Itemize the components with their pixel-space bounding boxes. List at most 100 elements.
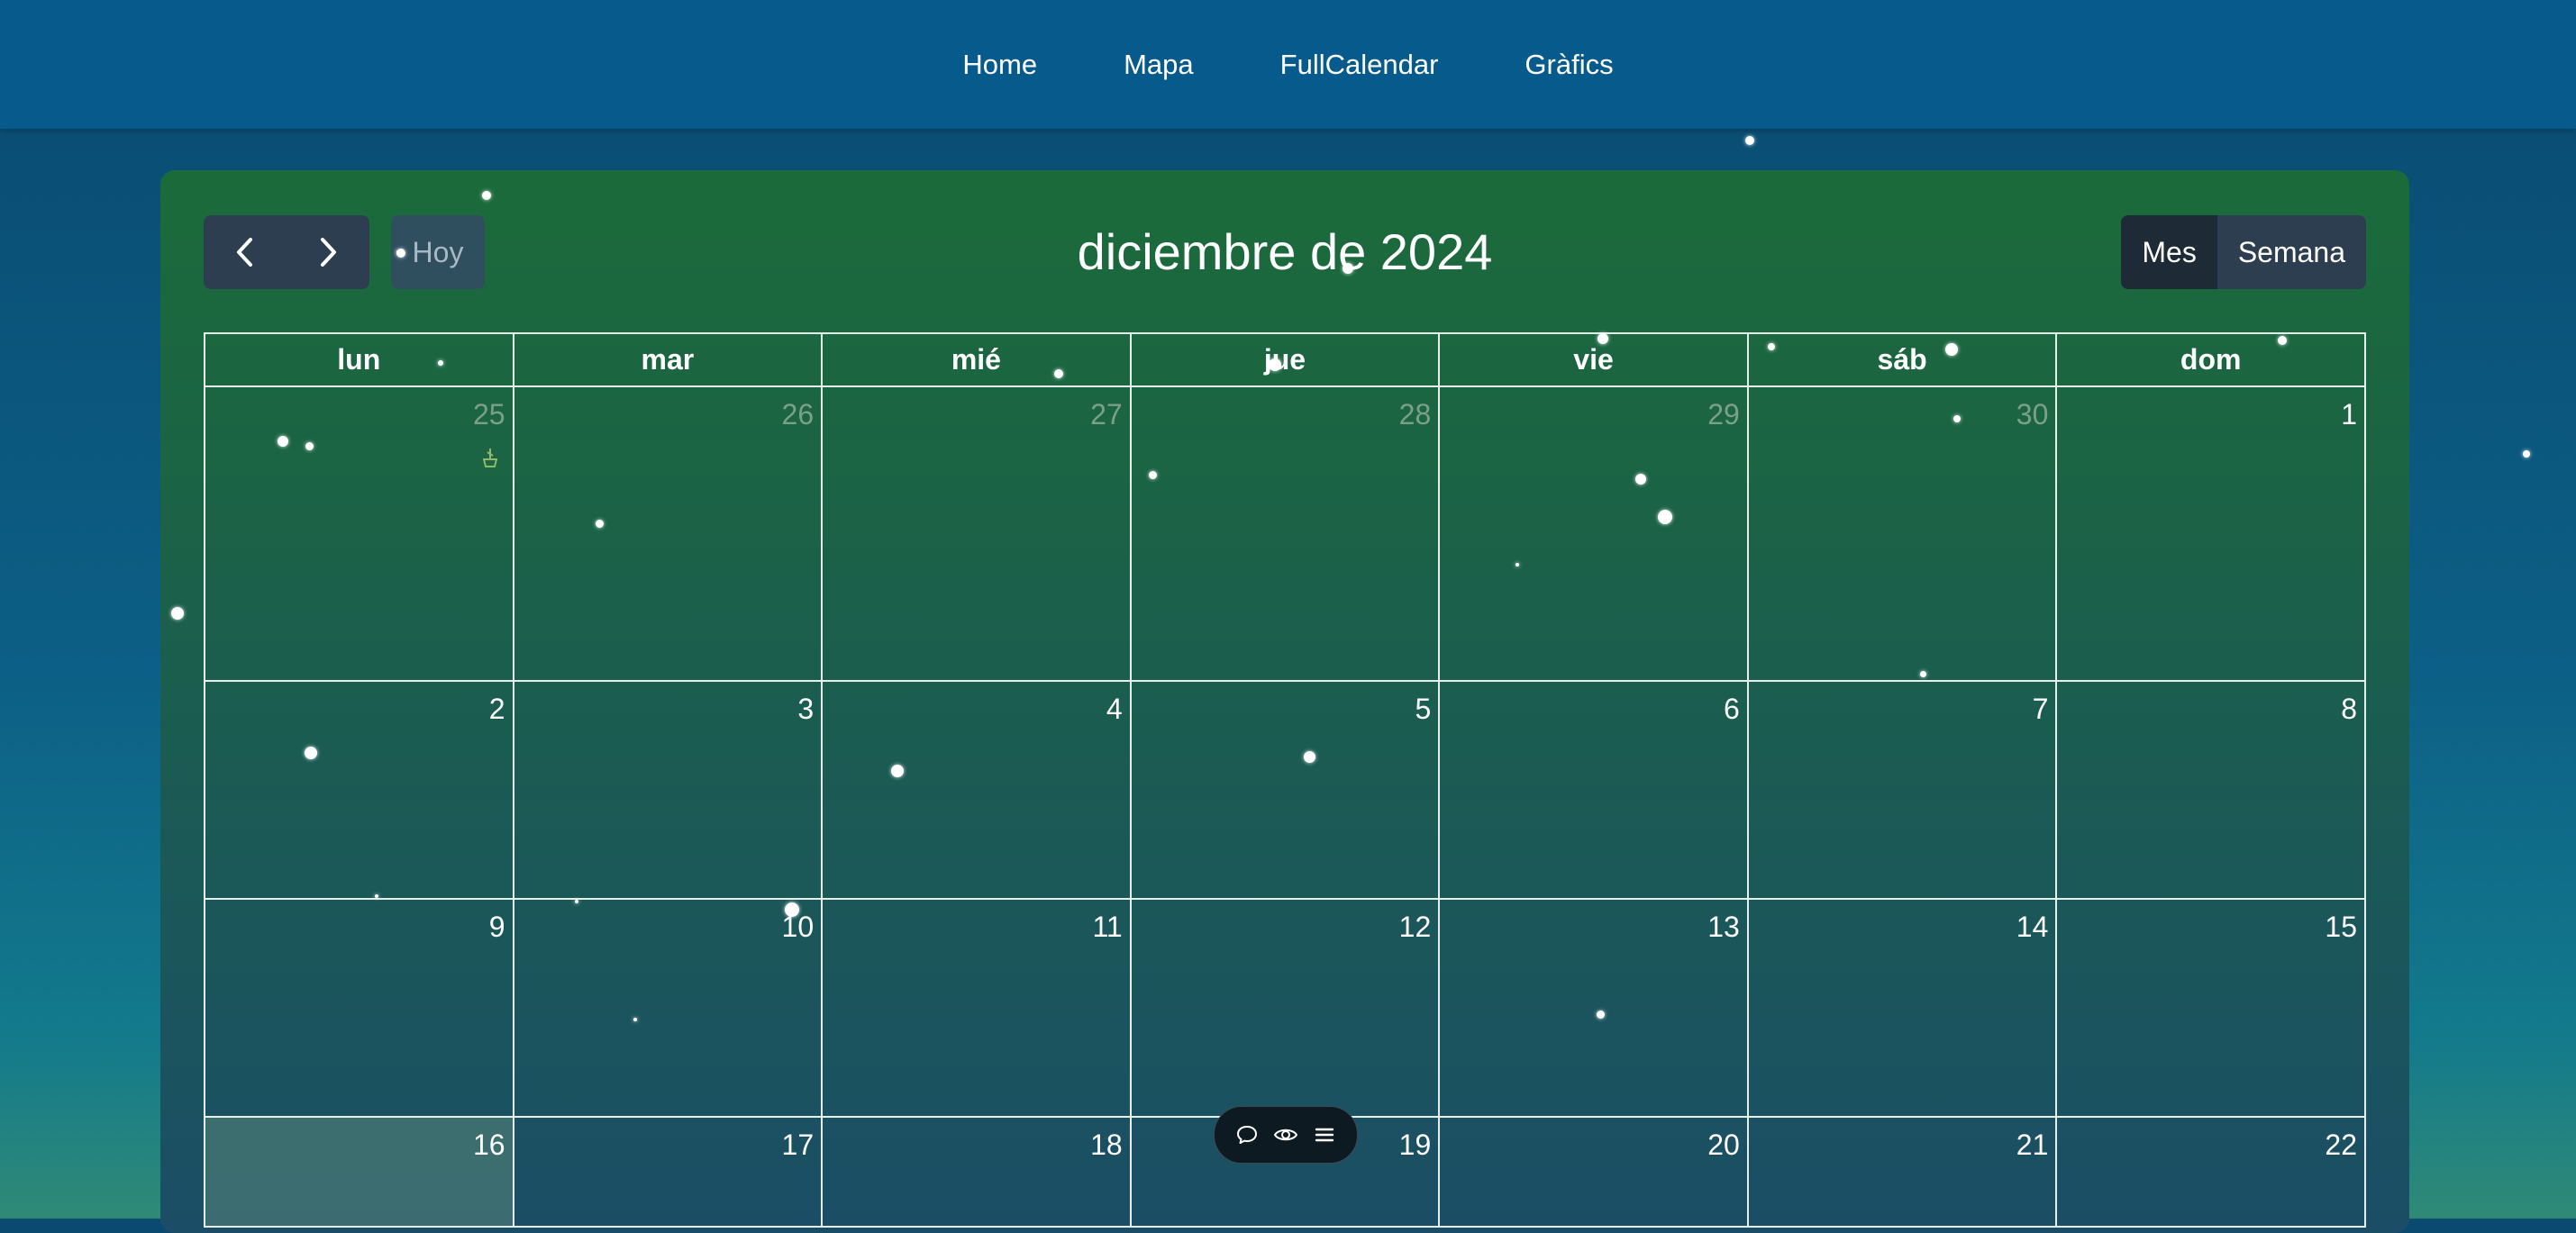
next-button[interactable] bbox=[287, 215, 369, 289]
day-number: 7 bbox=[2032, 693, 2049, 725]
month-grid: lun mar mié jue vie sáb dom 25 26 27 28 bbox=[204, 332, 2366, 1228]
day-cell[interactable]: 13 bbox=[1438, 898, 1749, 1118]
day-number: 11 bbox=[1092, 911, 1123, 943]
day-cell[interactable]: 8 bbox=[2055, 680, 2366, 900]
day-cell[interactable]: 7 bbox=[1746, 680, 2058, 900]
day-cell[interactable]: 21 bbox=[1746, 1116, 2058, 1228]
top-navbar: Home Mapa FullCalendar Gràfics bbox=[0, 0, 2576, 129]
month-view-button[interactable]: Mes bbox=[2121, 215, 2217, 289]
day-number: 29 bbox=[1707, 398, 1740, 431]
day-cell[interactable]: 26 bbox=[512, 385, 824, 682]
nav-link-grafics[interactable]: Gràfics bbox=[1525, 49, 1613, 81]
snowflake bbox=[1953, 415, 1961, 422]
snowflake bbox=[1658, 510, 1672, 524]
day-cell[interactable]: 30 bbox=[1746, 385, 2058, 682]
snowflake bbox=[1054, 369, 1063, 378]
chat-icon[interactable] bbox=[1235, 1123, 1259, 1147]
snowflake bbox=[305, 747, 317, 759]
day-number: 28 bbox=[1398, 398, 1432, 431]
weekday-header: mar bbox=[512, 332, 824, 387]
weekday-header: dom bbox=[2055, 332, 2366, 387]
snowflake bbox=[1343, 263, 1353, 274]
day-cell[interactable]: 10 bbox=[512, 898, 824, 1118]
snowflake bbox=[438, 360, 443, 366]
week-view-button[interactable]: Semana bbox=[2216, 215, 2366, 289]
day-number: 8 bbox=[2341, 693, 2357, 725]
day-number: 20 bbox=[1707, 1129, 1740, 1161]
day-number: 1 bbox=[2341, 398, 2357, 431]
snowflake bbox=[1516, 563, 1519, 567]
prev-button[interactable] bbox=[204, 215, 287, 289]
snowflake bbox=[2523, 450, 2530, 458]
calendar-toolbar: Hoy diciembre de 2024 Mes Semana bbox=[204, 215, 2366, 289]
prev-next-group bbox=[204, 215, 369, 289]
weekday-header: jue bbox=[1129, 332, 1441, 387]
weekday-header: mié bbox=[821, 332, 1132, 387]
snowflake bbox=[1920, 671, 1926, 677]
nav-link-home[interactable]: Home bbox=[962, 49, 1037, 81]
day-number: 25 bbox=[472, 398, 505, 431]
chevron-left-icon bbox=[237, 238, 252, 267]
snowflake bbox=[1597, 1011, 1605, 1019]
eye-icon[interactable] bbox=[1273, 1123, 1298, 1147]
menu-icon[interactable] bbox=[1313, 1123, 1336, 1147]
day-number: 9 bbox=[488, 911, 505, 943]
day-number: 13 bbox=[1707, 911, 1740, 943]
event-marker-icon[interactable] bbox=[480, 447, 500, 470]
day-cell[interactable]: 3 bbox=[512, 680, 824, 900]
calendar-panel: Hoy diciembre de 2024 Mes Semana lun mar… bbox=[160, 170, 2409, 1233]
day-number: 30 bbox=[2016, 398, 2049, 431]
day-number: 6 bbox=[1724, 693, 1740, 725]
day-number: 14 bbox=[2016, 911, 2049, 943]
day-cell[interactable]: 20 bbox=[1438, 1116, 1749, 1228]
view-switcher: Mes Semana bbox=[2121, 215, 2366, 289]
day-cell[interactable]: 18 bbox=[821, 1116, 1132, 1228]
snowflake bbox=[171, 607, 184, 620]
snowflake bbox=[1597, 333, 1608, 344]
day-cell[interactable]: 27 bbox=[821, 385, 1132, 682]
day-number: 19 bbox=[1398, 1129, 1432, 1161]
week-row: 25 26 27 28 29 30 1 bbox=[204, 385, 2366, 682]
calendar-title: diciembre de 2024 bbox=[1077, 223, 1493, 280]
day-number: 17 bbox=[781, 1129, 815, 1161]
snowflake bbox=[396, 250, 399, 253]
day-cell-today[interactable]: 16 bbox=[204, 1116, 514, 1228]
day-cell[interactable]: 25 bbox=[204, 385, 514, 682]
day-number: 26 bbox=[781, 398, 815, 431]
day-cell[interactable]: 29 bbox=[1438, 385, 1749, 682]
week-row: 9 10 11 12 13 14 15 bbox=[204, 898, 2366, 1118]
snowflake bbox=[633, 1018, 637, 1021]
nav-link-fullcalendar[interactable]: FullCalendar bbox=[1280, 49, 1439, 81]
day-number: 27 bbox=[1090, 398, 1123, 431]
snowflake bbox=[1635, 474, 1646, 485]
day-cell[interactable]: 5 bbox=[1129, 680, 1441, 900]
day-cell[interactable]: 11 bbox=[821, 898, 1132, 1118]
snowflake bbox=[1945, 343, 1958, 356]
snowflake bbox=[482, 191, 491, 200]
day-cell[interactable]: 4 bbox=[821, 680, 1132, 900]
snowflake bbox=[1269, 358, 1281, 371]
week-row: 2 3 4 5 6 7 8 bbox=[204, 680, 2366, 900]
day-number: 16 bbox=[472, 1129, 505, 1161]
day-cell[interactable]: 2 bbox=[204, 680, 514, 900]
day-cell[interactable]: 14 bbox=[1746, 898, 2058, 1118]
day-cell[interactable]: 1 bbox=[2055, 385, 2366, 682]
day-number: 4 bbox=[1106, 693, 1123, 725]
snowflake bbox=[278, 436, 288, 447]
day-number: 10 bbox=[781, 911, 815, 943]
day-cell[interactable]: 15 bbox=[2055, 898, 2366, 1118]
snowflake bbox=[375, 894, 378, 898]
snowflake bbox=[1745, 136, 1754, 145]
day-cell[interactable]: 17 bbox=[512, 1116, 824, 1228]
day-number: 18 bbox=[1090, 1129, 1123, 1161]
snowflake bbox=[596, 520, 604, 528]
weekday-header: vie bbox=[1438, 332, 1749, 387]
day-cell[interactable]: 28 bbox=[1129, 385, 1441, 682]
day-cell[interactable]: 6 bbox=[1438, 680, 1749, 900]
day-number: 2 bbox=[488, 693, 505, 725]
day-cell[interactable]: 9 bbox=[204, 898, 514, 1118]
nav-link-mapa[interactable]: Mapa bbox=[1124, 49, 1194, 81]
day-cell[interactable]: 22 bbox=[2055, 1116, 2366, 1228]
day-cell[interactable]: 12 bbox=[1129, 898, 1441, 1118]
snowflake bbox=[575, 900, 578, 903]
